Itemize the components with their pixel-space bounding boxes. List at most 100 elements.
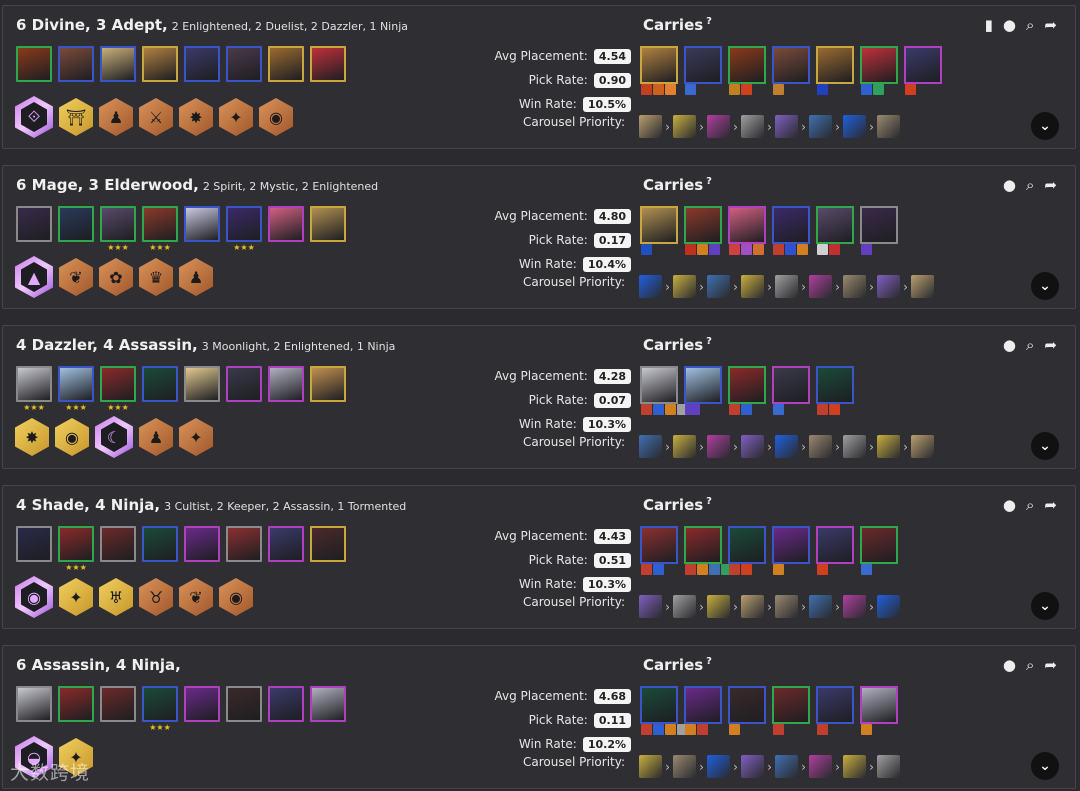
champion-portrait[interactable] xyxy=(226,526,262,562)
item-icon[interactable] xyxy=(653,724,664,735)
champion-portrait[interactable] xyxy=(58,46,94,82)
champion-portrait[interactable] xyxy=(184,46,220,82)
trait-icon[interactable]: ✦ xyxy=(219,98,253,136)
book-icon[interactable]: ▮ xyxy=(985,16,993,34)
champion-portrait[interactable]: ★★★ xyxy=(142,206,178,252)
share-icon[interactable]: ➦ xyxy=(1044,16,1057,34)
champion-portrait[interactable]: ★★★ xyxy=(58,526,94,572)
item-icon[interactable] xyxy=(729,244,740,255)
champion-portrait[interactable] xyxy=(184,206,220,242)
item-icon[interactable] xyxy=(653,84,664,95)
carry-champion[interactable] xyxy=(640,206,678,255)
carousel-item-icon[interactable] xyxy=(809,115,832,138)
trait-icon[interactable]: ✦ xyxy=(59,578,93,616)
item-icon[interactable] xyxy=(685,404,696,415)
item-icon[interactable] xyxy=(685,244,696,255)
champion-portrait[interactable] xyxy=(184,366,220,402)
champion-portrait[interactable] xyxy=(16,526,52,562)
expand-button[interactable]: ⌄ xyxy=(1031,112,1059,140)
help-icon[interactable]: ? xyxy=(706,496,712,507)
carousel-item-icon[interactable] xyxy=(775,595,798,618)
carousel-item-icon[interactable] xyxy=(775,435,798,458)
search-icon[interactable]: ⌕ xyxy=(1026,656,1034,674)
item-icon[interactable] xyxy=(665,724,676,735)
champion-portrait[interactable]: ★★★ xyxy=(58,366,94,412)
expand-button[interactable]: ⌄ xyxy=(1031,272,1059,300)
carry-champion[interactable] xyxy=(816,46,854,95)
item-icon[interactable] xyxy=(641,404,652,415)
item-icon[interactable] xyxy=(641,84,652,95)
pin-icon[interactable]: ● xyxy=(1003,496,1016,514)
item-icon[interactable] xyxy=(773,84,784,95)
champion-portrait[interactable] xyxy=(268,686,304,722)
champion-portrait[interactable] xyxy=(16,46,52,82)
champion-portrait[interactable] xyxy=(58,686,94,722)
carry-champion[interactable] xyxy=(772,46,810,95)
trait-icon[interactable]: ✦ xyxy=(179,418,213,456)
carousel-item-icon[interactable] xyxy=(639,595,662,618)
carousel-item-icon[interactable] xyxy=(809,595,832,618)
carousel-item-icon[interactable] xyxy=(877,755,900,778)
champion-portrait[interactable] xyxy=(226,46,262,82)
champion-portrait[interactable] xyxy=(226,366,262,402)
champion-portrait[interactable]: ★★★ xyxy=(142,686,178,732)
carry-champion[interactable] xyxy=(640,366,700,415)
trait-icon[interactable]: ✸ xyxy=(15,418,49,456)
carousel-item-icon[interactable] xyxy=(843,115,866,138)
item-icon[interactable] xyxy=(729,564,740,575)
item-icon[interactable] xyxy=(773,724,784,735)
trait-icon[interactable]: ◉ xyxy=(15,576,53,618)
item-icon[interactable] xyxy=(817,564,828,575)
item-icon[interactable] xyxy=(641,244,652,255)
item-icon[interactable] xyxy=(685,564,696,575)
carousel-item-icon[interactable] xyxy=(707,595,730,618)
item-icon[interactable] xyxy=(641,724,652,735)
carousel-item-icon[interactable] xyxy=(673,755,696,778)
carousel-item-icon[interactable] xyxy=(741,115,764,138)
carry-champion[interactable] xyxy=(684,686,722,735)
carry-champion[interactable] xyxy=(860,686,898,735)
trait-icon[interactable]: ❦ xyxy=(59,258,93,296)
item-icon[interactable] xyxy=(773,404,784,415)
champion-portrait[interactable] xyxy=(184,686,220,722)
champion-portrait[interactable] xyxy=(310,366,346,402)
share-icon[interactable]: ➦ xyxy=(1044,656,1057,674)
item-icon[interactable] xyxy=(665,84,676,95)
trait-icon[interactable]: ♟ xyxy=(99,98,133,136)
champion-portrait[interactable] xyxy=(310,46,346,82)
carousel-item-icon[interactable] xyxy=(877,115,900,138)
carousel-item-icon[interactable] xyxy=(775,115,798,138)
carousel-item-icon[interactable] xyxy=(843,275,866,298)
item-icon[interactable] xyxy=(685,84,696,95)
champion-portrait[interactable] xyxy=(58,206,94,242)
champion-portrait[interactable] xyxy=(100,526,136,562)
trait-icon[interactable]: ◉ xyxy=(55,418,89,456)
carousel-item-icon[interactable] xyxy=(809,755,832,778)
item-icon[interactable] xyxy=(729,84,740,95)
champion-portrait[interactable]: ★★★ xyxy=(226,206,262,252)
item-icon[interactable] xyxy=(785,244,796,255)
champion-portrait[interactable]: ★★★ xyxy=(100,206,136,252)
item-icon[interactable] xyxy=(829,244,840,255)
carry-champion[interactable] xyxy=(684,526,732,575)
carousel-item-icon[interactable] xyxy=(775,755,798,778)
item-icon[interactable] xyxy=(741,244,752,255)
champion-portrait[interactable] xyxy=(142,46,178,82)
carry-champion[interactable] xyxy=(904,46,942,95)
carousel-item-icon[interactable] xyxy=(911,435,934,458)
carousel-item-icon[interactable] xyxy=(673,595,696,618)
champion-portrait[interactable] xyxy=(268,526,304,562)
carousel-item-icon[interactable] xyxy=(843,595,866,618)
help-icon[interactable]: ? xyxy=(706,656,712,667)
item-icon[interactable] xyxy=(709,244,720,255)
carousel-item-icon[interactable] xyxy=(741,275,764,298)
item-icon[interactable] xyxy=(697,564,708,575)
carousel-item-icon[interactable] xyxy=(843,435,866,458)
search-icon[interactable]: ⌕ xyxy=(1026,16,1034,34)
carousel-item-icon[interactable] xyxy=(707,435,730,458)
carry-champion[interactable] xyxy=(772,366,810,415)
champion-portrait[interactable] xyxy=(268,366,304,402)
trait-icon[interactable]: ♉ xyxy=(139,578,173,616)
item-icon[interactable] xyxy=(817,84,828,95)
item-icon[interactable] xyxy=(729,724,740,735)
